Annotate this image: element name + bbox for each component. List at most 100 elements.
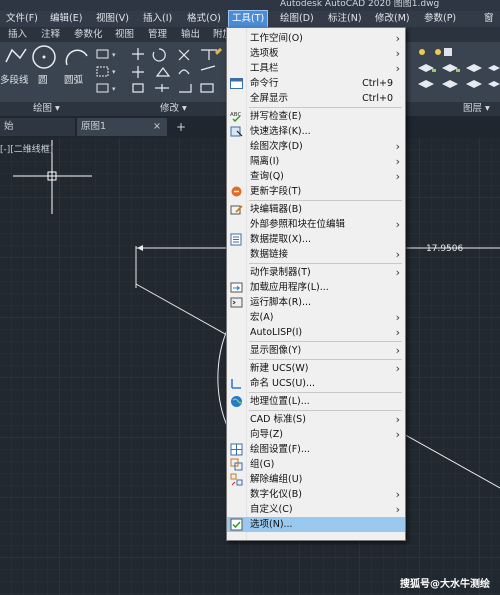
submenu-arrow-icon: ›: [395, 413, 400, 426]
menu-item[interactable]: 动作录制器(T) ›: [227, 265, 405, 280]
menu-item[interactable]: 加载应用程序(L)...: [227, 280, 405, 295]
menu-item[interactable]: 数据提取(X)...: [227, 232, 405, 247]
menu-item[interactable]: 工具栏 ›: [227, 61, 405, 76]
menu-draw[interactable]: 绘图(D): [277, 11, 317, 27]
menu-item-label: 数字化仪(B): [250, 489, 302, 500]
menu-edit[interactable]: 编辑(E): [47, 11, 85, 27]
app-title: Autodesk AutoCAD 2020 图图1.dwg: [280, 0, 440, 9]
tab-annotate[interactable]: 注释: [41, 27, 60, 42]
menu-item[interactable]: 块编辑器(B): [227, 202, 405, 217]
modify-tool-icons[interactable]: [129, 46, 224, 96]
menu-item[interactable]: 解除编组(U): [227, 472, 405, 487]
menu-item-label: 地理位置(L)...: [250, 396, 310, 407]
panel-layers-title[interactable]: 图层 ▾: [463, 102, 490, 116]
menu-item[interactable]: 绘图设置(F)...: [227, 442, 405, 457]
tab-insert[interactable]: 插入: [8, 27, 27, 42]
menu-item-label: 拼写检查(E): [250, 111, 302, 122]
menu-item[interactable]: 快速选择(K)...: [227, 124, 405, 139]
tab-output[interactable]: 输出: [181, 27, 200, 42]
menu-item[interactable]: 选项板 ›: [227, 46, 405, 61]
panel-modify-title[interactable]: 修改 ▾: [160, 102, 187, 116]
menu-item[interactable]: 数字化仪(B) ›: [227, 487, 405, 502]
menu-bar: 文件(F) 编辑(E) 视图(V) 插入(I) 格式(O) 工具(T) 绘图(D…: [0, 10, 500, 28]
run-script-icon: [230, 296, 243, 309]
menu-item-label: 绘图次序(D): [250, 141, 303, 152]
menu-item[interactable]: 向导(Z) ›: [227, 427, 405, 442]
menu-item[interactable]: 更新字段(T): [227, 184, 405, 199]
submenu-arrow-icon: ›: [395, 503, 400, 516]
menu-item[interactable]: ABC 拼写检查(E): [227, 109, 405, 124]
command-line-icon: [230, 77, 243, 90]
menu-item[interactable]: 显示图像(Y) ›: [227, 343, 405, 358]
svg-text:▾: ▾: [112, 51, 116, 59]
menu-item[interactable]: 运行脚本(R)...: [227, 295, 405, 310]
menu-item[interactable]: CAD 标准(S) ›: [227, 412, 405, 427]
layer-tool-icons[interactable]: [404, 46, 500, 96]
spell-check-icon: ABC: [230, 110, 243, 123]
tab-parametric[interactable]: 参数化: [74, 27, 103, 42]
submenu-arrow-icon: ›: [395, 362, 400, 375]
menu-item-label: 命名 UCS(U)...: [250, 378, 316, 389]
menu-item[interactable]: 外部参照和块在位编辑 ›: [227, 217, 405, 232]
menu-item-label: 绘图设置(F)...: [250, 444, 310, 455]
circle-label[interactable]: 圆: [38, 72, 48, 86]
menu-item-label: 显示图像(Y): [250, 345, 302, 356]
menu-item-label: 自定义(C): [250, 504, 293, 515]
menu-item[interactable]: 自定义(C) ›: [227, 502, 405, 517]
menu-format[interactable]: 格式(O): [184, 11, 224, 27]
circle-icon[interactable]: [31, 44, 57, 70]
tab-manage[interactable]: 管理: [148, 27, 167, 42]
menu-item[interactable]: 宏(A) ›: [227, 310, 405, 325]
menu-item[interactable]: 全屏显示 Ctrl+0: [227, 91, 405, 106]
menu-insert[interactable]: 插入(I): [140, 11, 175, 27]
menu-view[interactable]: 视图(V): [93, 11, 132, 27]
panel-draw-title[interactable]: 绘图 ▾: [33, 102, 60, 116]
menu-modify[interactable]: 修改(M): [372, 11, 413, 27]
menu-item[interactable]: AutoLISP(I) ›: [227, 325, 405, 340]
arc-icon[interactable]: [64, 46, 90, 68]
menu-item[interactable]: 查询(Q) ›: [227, 169, 405, 184]
ungroup-icon: [230, 473, 243, 486]
menu-tools[interactable]: 工具(T): [228, 10, 269, 28]
menu-item[interactable]: 绘图次序(D) ›: [227, 139, 405, 154]
arc-label[interactable]: 圆弧: [64, 72, 83, 86]
menu-item[interactable]: 工作空间(O) ›: [227, 31, 405, 46]
menu-item[interactable]: 命名 UCS(U)...: [227, 376, 405, 391]
tab-drawing1-label: 原图1: [81, 121, 107, 132]
viewport-label[interactable]: [-][二维线框]: [0, 142, 53, 155]
polyline-icon[interactable]: [4, 46, 28, 66]
menu-separator: [249, 392, 402, 393]
tab-view[interactable]: 视图: [115, 27, 134, 42]
menu-item[interactable]: 地理位置(L)...: [227, 394, 405, 409]
svg-text:▾: ▾: [112, 85, 116, 93]
menu-item-label: 数据链接: [250, 249, 289, 260]
menu-item[interactable]: 隔离(I) ›: [227, 154, 405, 169]
menu-item[interactable]: 数据链接 ›: [227, 247, 405, 262]
tab-start[interactable]: 始: [0, 118, 75, 136]
geolocation-icon: [230, 395, 243, 408]
menu-item-label: 新建 UCS(W): [250, 363, 309, 374]
menu-separator: [249, 107, 402, 108]
menu-item[interactable]: 命令行 Ctrl+9: [227, 76, 405, 91]
close-tab-icon[interactable]: ×: [153, 118, 161, 136]
update-field-icon: [230, 185, 243, 198]
polyline-label[interactable]: 多段线: [0, 72, 29, 86]
menu-dimension[interactable]: 标注(N): [325, 11, 365, 27]
menu-item[interactable]: 选项(N)...: [227, 517, 405, 532]
menu-item[interactable]: 组(G): [227, 457, 405, 472]
rectangle-hatch-icons[interactable]: ▾ ▾ ▾: [95, 48, 125, 96]
menu-item-shortcut: Ctrl+9: [362, 78, 393, 89]
menu-window[interactable]: 窗: [481, 11, 497, 27]
tab-drawing1[interactable]: 原图1 ×: [77, 118, 167, 136]
submenu-arrow-icon: ›: [395, 266, 400, 279]
menu-item-label: 数据提取(X)...: [250, 234, 311, 245]
menu-separator: [249, 200, 402, 201]
menu-parametric[interactable]: 参数(P): [421, 11, 459, 27]
options-icon: [230, 518, 243, 531]
menu-file[interactable]: 文件(F): [3, 11, 41, 27]
menu-item-label: 快速选择(K)...: [250, 126, 311, 137]
submenu-arrow-icon: ›: [395, 32, 400, 45]
menu-item-label: 动作录制器(T): [250, 267, 311, 278]
new-tab-button[interactable]: +: [172, 118, 190, 136]
menu-item[interactable]: 新建 UCS(W) ›: [227, 361, 405, 376]
